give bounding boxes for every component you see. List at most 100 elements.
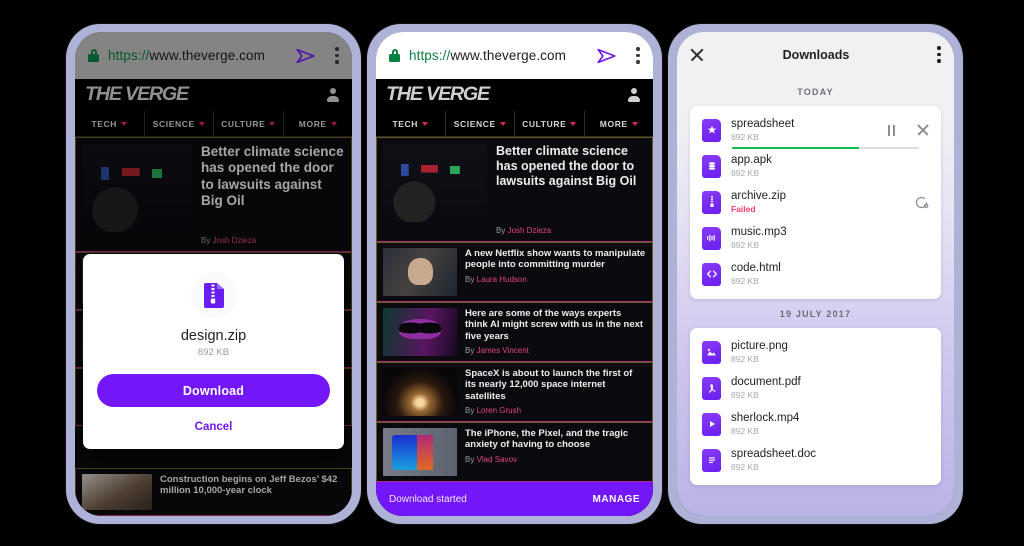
article-headline: A new Netflix show wants to manipulate p… — [465, 248, 646, 271]
snackbar-message: Download started — [389, 493, 467, 505]
download-row[interactable]: code.html 892 KB — [690, 256, 941, 292]
nav-item-tech[interactable]: TECH — [376, 111, 446, 136]
zip-file-icon — [702, 190, 721, 214]
nav-item-more[interactable]: MORE — [585, 111, 654, 136]
download-row[interactable]: app.apk 892 KB — [690, 148, 941, 184]
file-size: 892 KB — [731, 390, 759, 400]
byline-author[interactable]: Loren Grush — [477, 406, 521, 415]
byline-author[interactable]: James Vincent — [477, 346, 529, 355]
article-headline: The iPhone, the Pixel, and the tragic an… — [465, 428, 629, 451]
download-row[interactable]: document.pdf 892 KB — [690, 370, 941, 406]
image-file-icon — [702, 340, 721, 364]
pdf-file-icon — [702, 376, 721, 400]
nav-label: MORE — [599, 118, 628, 129]
byline-prefix: By — [465, 346, 477, 356]
file-size: 892 KB — [731, 354, 759, 364]
hero-row: Better climate science has opened the do… — [383, 144, 646, 222]
file-size: 892 KB — [731, 168, 759, 178]
file-name: spreadsheet.doc — [731, 448, 817, 460]
download-row[interactable]: sherlock.mp4 892 KB — [690, 406, 941, 442]
send-icon[interactable] — [595, 45, 618, 67]
article-thumbnail — [383, 428, 457, 476]
byline-prefix: By — [496, 226, 508, 235]
article-text: The iPhone, the Pixel, and the tragic an… — [465, 428, 646, 476]
download-button[interactable]: Download — [97, 374, 330, 407]
close-icon[interactable] — [690, 48, 704, 62]
article-card[interactable]: The iPhone, the Pixel, and the tragic an… — [376, 422, 653, 482]
audio-file-icon — [702, 226, 721, 250]
article-card[interactable]: Here are some of the ways experts think … — [376, 302, 653, 362]
file-size: 892 KB — [731, 276, 759, 286]
article-text: SpaceX is about to launch the first of i… — [465, 368, 646, 416]
nav-label: SCIENCE — [453, 118, 496, 129]
code-file-icon — [702, 262, 721, 286]
article-card[interactable]: A new Netflix show wants to manipulate p… — [376, 242, 653, 302]
nav-label: TECH — [392, 118, 419, 129]
cancel-button[interactable]: Cancel — [97, 421, 330, 433]
file-name: sherlock.mp4 — [731, 412, 800, 424]
close-icon[interactable] — [917, 124, 929, 136]
article-byline: By Laura Hudson — [465, 275, 646, 284]
screenshot-canvas: https://www.theverge.com THE VERGE TECH … — [0, 0, 1024, 546]
byline-prefix: By — [465, 454, 477, 464]
file-name: code.html — [731, 262, 781, 274]
byline-author[interactable]: Josh Dzieza — [508, 226, 552, 235]
article-card-hero[interactable]: Better climate science has opened the do… — [376, 137, 653, 242]
file-name: music.mp3 — [731, 226, 787, 238]
person-icon[interactable] — [627, 87, 641, 103]
retry-icon[interactable] — [914, 195, 929, 210]
file-name: archive.zip — [731, 190, 786, 202]
verge-navbar: TECH SCIENCE CULTURE MORE — [376, 111, 653, 137]
article-thumbnail — [383, 248, 457, 296]
nav-item-science[interactable]: SCIENCE — [446, 111, 515, 136]
byline-author[interactable]: Laura Hudson — [477, 275, 527, 284]
url-text: https://www.theverge.com — [409, 48, 566, 63]
byline-prefix: By — [465, 274, 477, 284]
download-row[interactable]: music.mp3 892 KB — [690, 220, 941, 256]
article-byline: By Vlad Savov — [465, 455, 646, 464]
download-row[interactable]: spreadsheet 892 KB — [690, 112, 941, 149]
article-byline: By Loren Grush — [465, 406, 646, 415]
downloads-screen: Downloads TODAY spreadsheet 892 KB app.a… — [677, 32, 954, 516]
url-scheme: https:// — [409, 48, 451, 63]
article-thumbnail — [383, 144, 487, 222]
downloads-header: Downloads — [677, 32, 954, 77]
article-text: Here are some of the ways experts think … — [465, 308, 646, 356]
file-size: 892 KB — [731, 462, 759, 472]
dialog-filesize: 892 KB — [197, 347, 230, 358]
file-name: app.apk — [731, 154, 772, 166]
download-row[interactable]: spreadsheet.doc 892 KB — [690, 442, 941, 478]
file-meta: spreadsheet.doc 892 KB — [731, 448, 929, 472]
file-meta: sherlock.mp4 892 KB — [731, 412, 929, 436]
file-size: 892 KB — [731, 132, 759, 142]
browser-url-bar[interactable]: https://www.theverge.com — [376, 32, 653, 79]
file-name: picture.png — [731, 340, 788, 352]
article-card[interactable]: SpaceX is about to launch the first of i… — [376, 362, 653, 422]
kebab-menu-icon[interactable] — [937, 46, 941, 63]
pause-icon[interactable] — [888, 124, 897, 136]
article-thumbnail — [383, 368, 457, 416]
verge-masthead: THE VERGE — [376, 79, 653, 111]
spreadsheet-file-icon — [702, 118, 721, 142]
article-headline: SpaceX is about to launch the first of i… — [465, 368, 633, 402]
nav-item-culture[interactable]: CULTURE — [515, 111, 585, 136]
file-name: spreadsheet — [731, 118, 795, 130]
manage-button[interactable]: MANAGE — [593, 494, 640, 505]
kebab-menu-icon[interactable] — [636, 47, 640, 64]
phone-1-frame: https://www.theverge.com THE VERGE TECH … — [66, 24, 361, 524]
download-row[interactable]: picture.png 892 KB — [690, 334, 941, 370]
downloads-group-card: spreadsheet 892 KB app.apk 892 KB archiv… — [690, 106, 941, 299]
byline-author[interactable]: Vlad Savov — [477, 455, 517, 464]
verge-site-2: THE VERGE TECH SCIENCE CULTURE MORE Bett… — [376, 79, 653, 516]
download-row[interactable]: archive.zip Failed — [690, 184, 941, 220]
chevron-down-icon — [570, 121, 577, 126]
dialog-icon-circle — [190, 272, 237, 318]
download-dialog: design.zip 892 KB Download Cancel — [83, 254, 344, 449]
file-meta: spreadsheet 892 KB — [731, 118, 878, 142]
chevron-down-icon — [631, 121, 638, 126]
file-meta: music.mp3 892 KB — [731, 226, 929, 250]
article-byline: By James Vincent — [465, 346, 646, 355]
file-meta: document.pdf 892 KB — [731, 376, 929, 400]
article-byline: By Josh Dzieza — [496, 226, 646, 235]
file-meta: picture.png 892 KB — [731, 340, 929, 364]
